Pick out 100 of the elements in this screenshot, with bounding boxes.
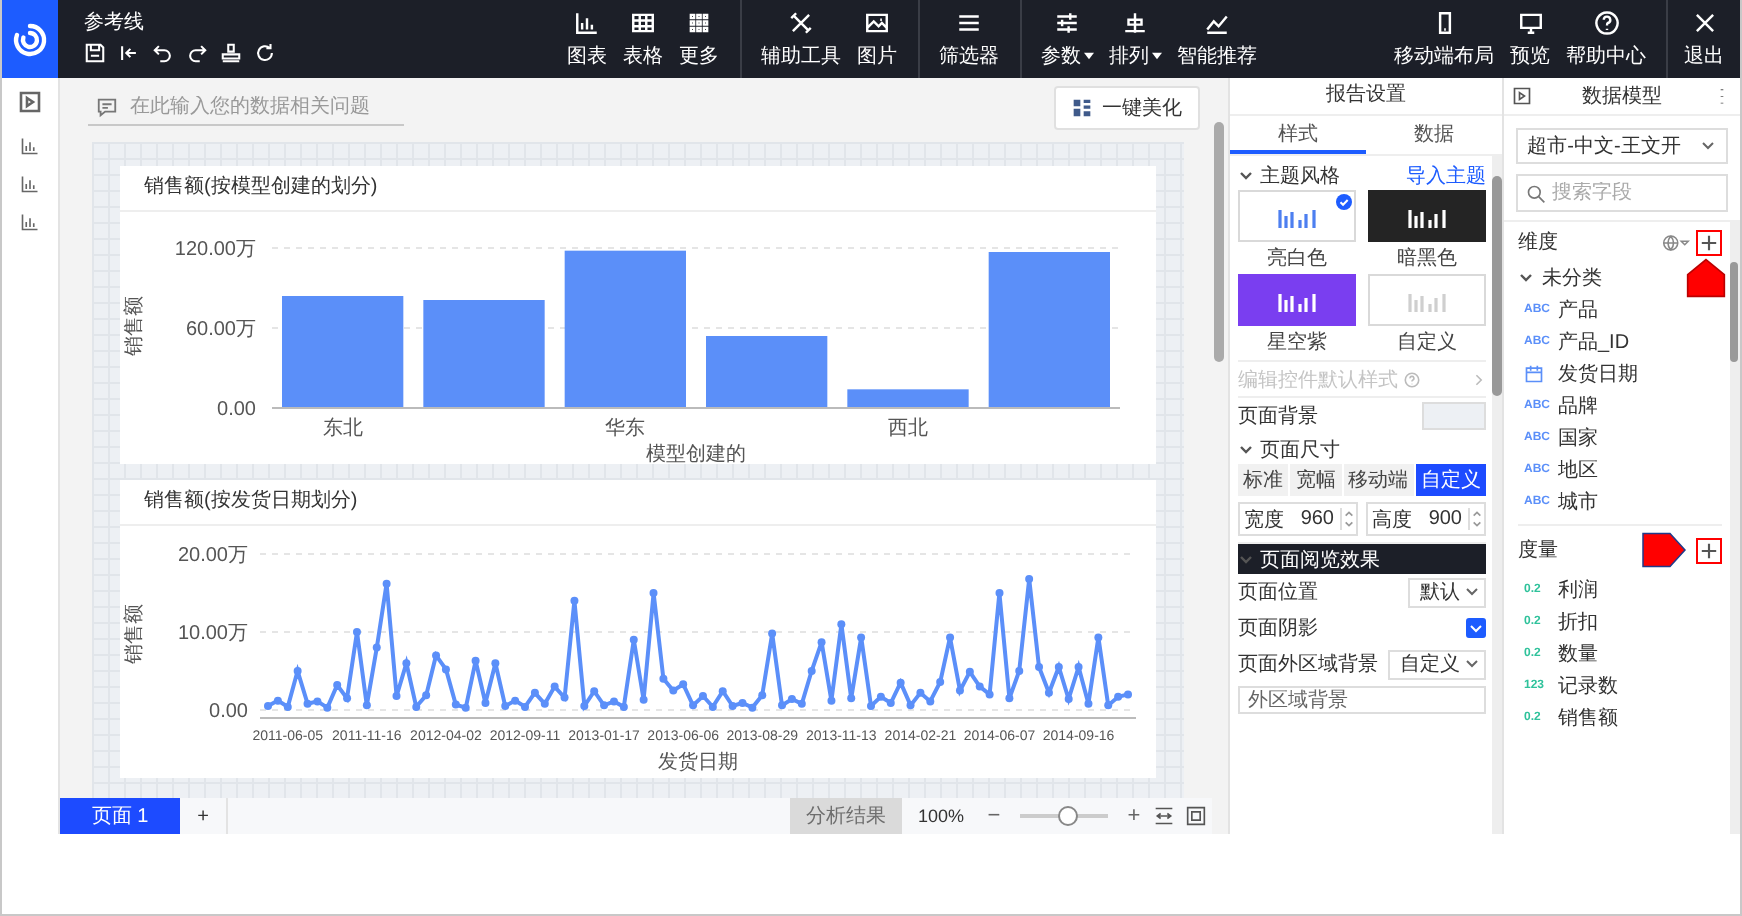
height-field[interactable]: 高度 900 [1366, 502, 1486, 536]
caret-icon [1700, 138, 1717, 154]
data-point [629, 635, 638, 644]
panel-tab[interactable]: 数据 [1366, 116, 1502, 154]
toolbar-button[interactable]: 排列 [1101, 0, 1169, 78]
outer-background-dropdown[interactable]: 自定义 [1388, 649, 1486, 679]
data-point [333, 681, 342, 690]
dataset-dropdown[interactable]: 超市-中文-王文开 [1516, 128, 1728, 164]
width-field[interactable]: 宽度 960 [1238, 502, 1358, 536]
section-heading: 页面阅览效果 [1260, 547, 1380, 573]
bar [282, 296, 404, 408]
toolbar-button[interactable]: 预览 [1502, 0, 1558, 78]
add-dimension-button[interactable] [1696, 229, 1722, 255]
page-tab[interactable]: 页面 1 [60, 798, 180, 834]
toolbar-button[interactable]: 智能推荐 [1169, 0, 1265, 78]
scrollbar-thumb[interactable] [1214, 122, 1224, 362]
toolbar-button[interactable]: 图片 [849, 0, 905, 78]
field-name[interactable]: 数量 [1558, 640, 1598, 668]
bar-chart-icon [574, 9, 600, 35]
save-icon[interactable] [84, 42, 106, 64]
field-name[interactable]: 记录数 [1558, 672, 1618, 700]
fit-screen-icon[interactable] [1186, 806, 1206, 826]
field-name[interactable]: 国家 [1558, 424, 1598, 452]
size-option[interactable]: 移动端 [1343, 464, 1414, 496]
checkbox[interactable] [1466, 618, 1486, 638]
comment-icon [96, 96, 118, 118]
globe-icon[interactable] [1662, 233, 1690, 251]
data-point [1035, 663, 1044, 672]
first-icon[interactable] [118, 42, 140, 64]
chevron-icon[interactable] [1518, 270, 1534, 286]
toolbar-button[interactable]: 参数 [1033, 0, 1101, 78]
position-dropdown[interactable]: 默认 [1408, 577, 1486, 607]
theme-tile[interactable] [1238, 274, 1356, 326]
data-point [1084, 699, 1093, 708]
data-point [402, 659, 411, 668]
field-name[interactable]: 城市 [1558, 488, 1598, 516]
scrollbar-thumb[interactable] [1730, 262, 1738, 362]
slider-thumb[interactable] [1058, 806, 1079, 826]
undo-icon[interactable] [152, 42, 174, 64]
toolbar-button[interactable]: 更多 [671, 0, 727, 78]
data-point [857, 633, 866, 642]
zoom-in-button[interactable]: + [1120, 798, 1148, 834]
data-point [570, 596, 579, 605]
data-point [837, 620, 846, 629]
data-point [758, 691, 767, 700]
bar-chart-icon[interactable] [20, 174, 40, 194]
data-point [1074, 663, 1083, 672]
color-swatch[interactable] [1422, 402, 1486, 430]
data-point [471, 656, 480, 665]
caret-icon [1083, 51, 1093, 59]
field-name[interactable]: 品牌 [1558, 392, 1598, 420]
field-name[interactable]: 产品 [1558, 296, 1598, 324]
size-option[interactable]: 宽幅 [1290, 464, 1341, 496]
folder-name[interactable]: 未分类 [1542, 264, 1602, 292]
import-theme-link[interactable]: 导入主题 [1406, 161, 1486, 189]
list-icon [956, 9, 982, 35]
toolbar-button[interactable]: 移动端布局 [1386, 0, 1502, 78]
bar-chart-icon[interactable] [20, 136, 40, 156]
field-name[interactable]: 产品_ID [1558, 328, 1630, 356]
caret-icon [1151, 51, 1161, 59]
bar [706, 336, 828, 408]
field-name[interactable]: 销售额 [1558, 704, 1618, 732]
add-measure-button[interactable] [1696, 537, 1722, 563]
spinner-icon [1468, 508, 1484, 530]
data-point [936, 677, 945, 686]
data-point [1094, 633, 1103, 642]
field-name[interactable]: 利润 [1558, 576, 1598, 604]
toolbar-button[interactable]: 图表 [559, 0, 615, 78]
field-name[interactable]: 地区 [1558, 456, 1598, 484]
theme-tile[interactable] [1368, 190, 1486, 242]
size-option[interactable]: 标准 [1238, 464, 1289, 496]
panel-toggle-icon[interactable] [18, 90, 42, 114]
panel-toggle-icon[interactable] [1512, 86, 1532, 106]
size-option[interactable]: 自定义 [1415, 464, 1486, 496]
calendar-icon [1524, 364, 1544, 384]
add-page-button[interactable]: + [180, 798, 228, 834]
scrollbar-thumb[interactable] [1492, 176, 1502, 396]
chevron-icon[interactable] [1238, 167, 1254, 183]
panel-tab[interactable]: 样式 [1230, 116, 1366, 154]
chevron-icon[interactable] [1238, 441, 1254, 457]
redo-icon[interactable] [186, 42, 208, 64]
data-point [441, 665, 450, 674]
toolbar-button[interactable]: 筛选器 [931, 0, 1007, 78]
bar-chart-icon[interactable] [20, 212, 40, 232]
toolbar-button[interactable]: 辅助工具 [753, 0, 849, 78]
field-name[interactable]: 发货日期 [1558, 360, 1638, 388]
toolbar-button[interactable]: 帮助中心 [1558, 0, 1654, 78]
toolbar-button[interactable]: 表格 [615, 0, 671, 78]
stamp-icon[interactable] [220, 42, 242, 64]
outer-background-field[interactable]: 外区域背景 [1238, 686, 1486, 714]
data-point [343, 694, 352, 703]
align-icon [1122, 9, 1148, 35]
bar-chart-icon [1405, 204, 1449, 228]
zoom-out-button[interactable]: − [980, 798, 1008, 834]
fit-width-icon[interactable] [1154, 806, 1174, 826]
field-name[interactable]: 折扣 [1558, 608, 1598, 636]
data-point [1005, 694, 1014, 703]
data-point [659, 674, 668, 683]
refresh-icon[interactable] [254, 42, 276, 64]
beautify-button[interactable]: 一键美化 [1054, 86, 1200, 130]
